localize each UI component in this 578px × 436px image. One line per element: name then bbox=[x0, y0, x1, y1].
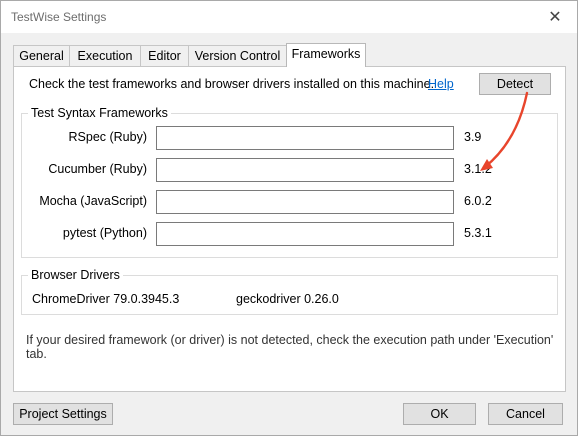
cucumber-input[interactable] bbox=[156, 158, 454, 182]
chromedriver-version: ChromeDriver 79.0.3945.3 bbox=[32, 292, 180, 306]
intro-text: Check the test frameworks and browser dr… bbox=[29, 77, 435, 91]
framework-version: 5.3.1 bbox=[464, 226, 492, 240]
window-title: TestWise Settings bbox=[11, 10, 107, 24]
settings-window: TestWise Settings ✕ General Execution Ed… bbox=[0, 0, 578, 436]
tab-editor[interactable]: Editor bbox=[140, 45, 189, 66]
framework-label: RSpec (Ruby) bbox=[68, 130, 148, 144]
close-button[interactable]: ✕ bbox=[533, 1, 577, 33]
tab-execution[interactable]: Execution bbox=[69, 45, 141, 66]
tab-version-control[interactable]: Version Control bbox=[188, 45, 287, 66]
project-settings-button[interactable]: Project Settings bbox=[13, 403, 113, 425]
help-link[interactable]: Help bbox=[428, 77, 454, 91]
tab-general[interactable]: General bbox=[13, 45, 70, 66]
title-bar: TestWise Settings ✕ bbox=[1, 1, 577, 33]
framework-label: Cucumber (Ruby) bbox=[48, 162, 147, 176]
browser-drivers-group: Browser Drivers ChromeDriver 79.0.3945.3… bbox=[21, 268, 558, 315]
close-icon: ✕ bbox=[548, 9, 562, 26]
framework-row-pytest: pytest (Python) 5.3.1 bbox=[22, 222, 557, 246]
syntax-group-label: Test Syntax Frameworks bbox=[28, 106, 171, 120]
framework-label: pytest (Python) bbox=[62, 226, 147, 240]
framework-label: Mocha (JavaScript) bbox=[39, 194, 147, 208]
framework-version: 6.0.2 bbox=[464, 194, 492, 208]
geckodriver-version: geckodriver 0.26.0 bbox=[236, 292, 339, 306]
tab-frameworks[interactable]: Frameworks bbox=[286, 43, 366, 67]
drivers-group-label: Browser Drivers bbox=[28, 268, 123, 282]
ok-button[interactable]: OK bbox=[403, 403, 476, 425]
frameworks-panel: Check the test frameworks and browser dr… bbox=[13, 66, 566, 392]
rspec-input[interactable] bbox=[156, 126, 454, 150]
framework-row-mocha: Mocha (JavaScript) 6.0.2 bbox=[22, 190, 557, 214]
mocha-input[interactable] bbox=[156, 190, 454, 214]
detection-note: If your desired framework (or driver) is… bbox=[26, 333, 554, 361]
cancel-button[interactable]: Cancel bbox=[488, 403, 563, 425]
curved-arrow-icon bbox=[480, 91, 529, 171]
pytest-input[interactable] bbox=[156, 222, 454, 246]
